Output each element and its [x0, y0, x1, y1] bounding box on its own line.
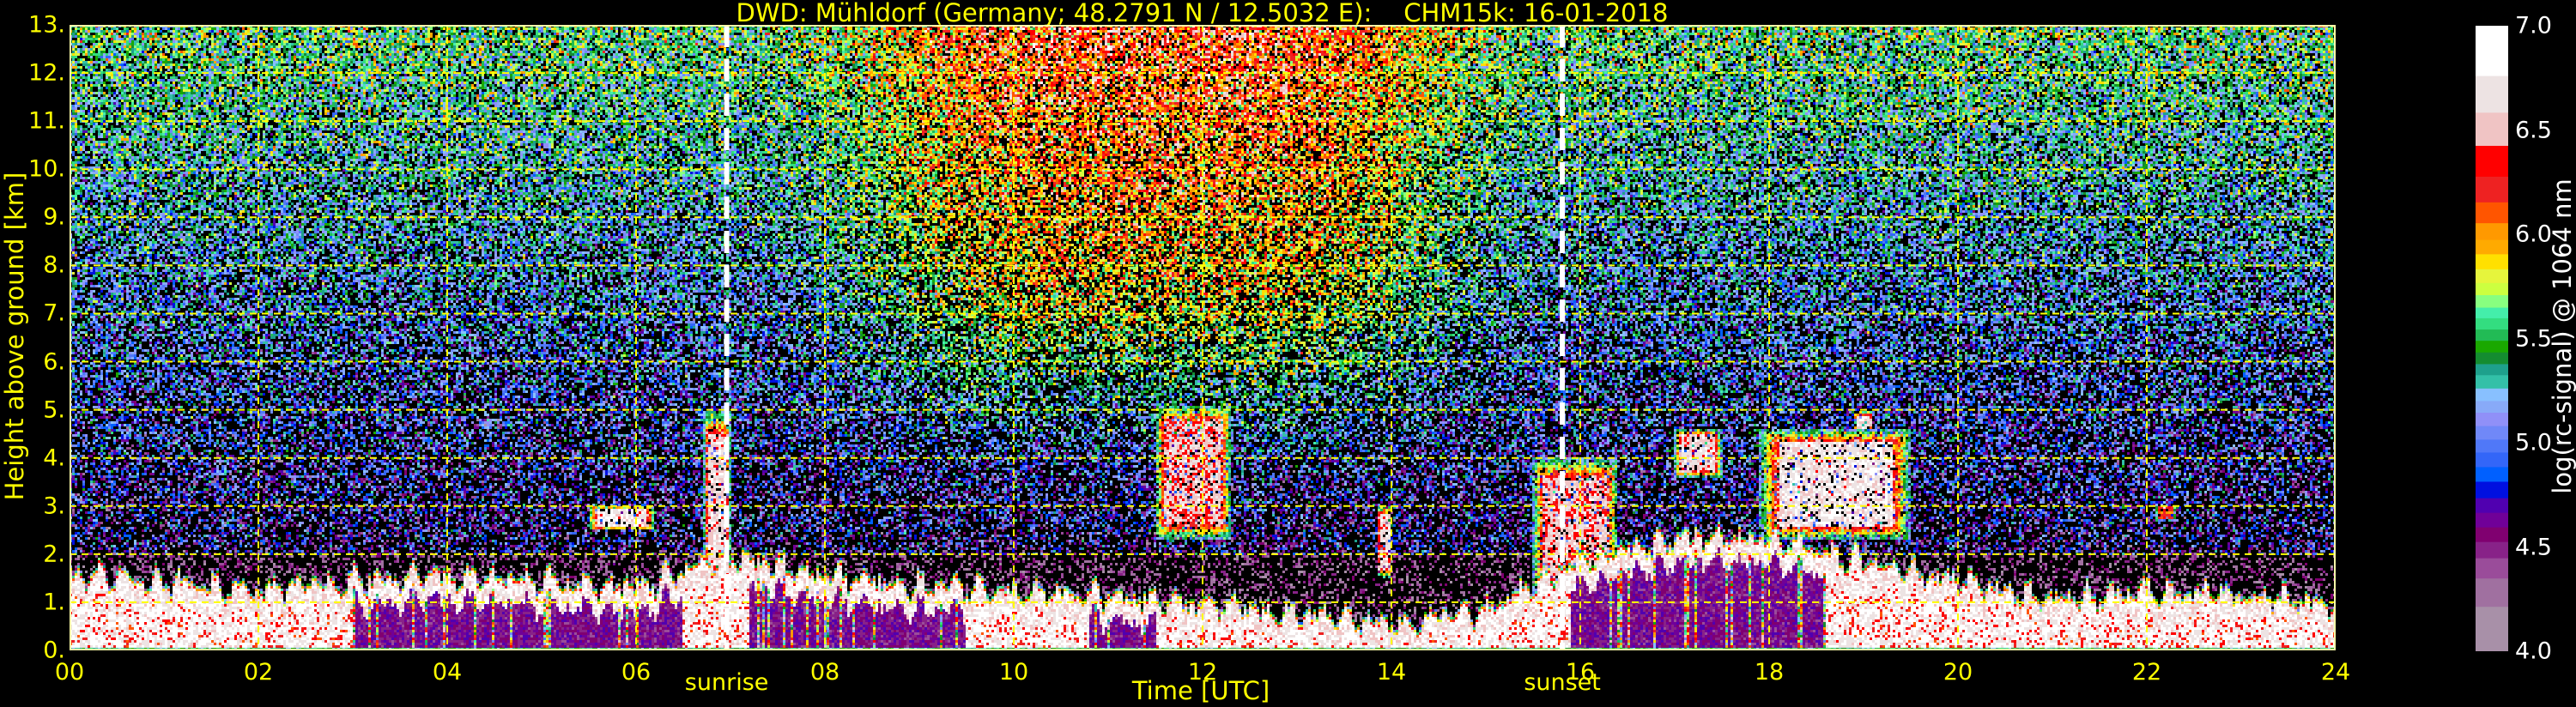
sunrise-label: sunrise: [684, 669, 769, 696]
y-tick-label: 1.: [43, 589, 65, 616]
colorbar-level: [2476, 294, 2508, 308]
y-tick-label: 2.: [43, 541, 65, 568]
colorbar-level: [2476, 329, 2508, 341]
colorbar-tick-label: 6.5: [2515, 117, 2552, 143]
y-tick-label: 12.: [28, 59, 65, 87]
y-axis-label: Height above ground [km]: [0, 172, 29, 501]
x-tick-label: 06: [621, 659, 652, 686]
colorbar-level: [2476, 527, 2508, 542]
colorbar-level: [2476, 498, 2508, 513]
y-tick-label: 8.: [43, 251, 65, 279]
colorbar-level: [2476, 438, 2508, 453]
y-tick-label: 13.: [28, 11, 65, 39]
y-tick-label: 11.: [28, 107, 65, 135]
chart-title: DWD: Mühldorf (Germany; 48.2791 N / 12.5…: [736, 0, 1669, 27]
colorbar-level: [2476, 269, 2508, 283]
grid-overlay: [70, 25, 2336, 650]
colorbar-tick-label: 5.0: [2515, 429, 2552, 456]
colorbar-level: [2476, 412, 2508, 426]
x-axis-label: Time [UTC]: [1131, 676, 1270, 705]
y-tick-label: 10.: [28, 155, 65, 183]
colorbar-level: [2476, 352, 2508, 365]
x-tick-label: 20: [1943, 659, 1973, 686]
colorbar: [2476, 26, 2508, 651]
x-tick-label: 10: [998, 659, 1029, 686]
plot-area: [70, 25, 2336, 650]
colorbar-level: [2476, 26, 2508, 76]
y-tick-label: 6.: [43, 348, 65, 376]
colorbar-tick-label: 4.0: [2515, 638, 2552, 665]
x-tick-label: 04: [432, 659, 463, 686]
colorbar-level: [2476, 363, 2508, 376]
colorbar-level: [2476, 466, 2508, 482]
x-tick-label: 02: [243, 659, 274, 686]
colorbar-level: [2476, 400, 2508, 414]
sunset-label: sunset: [1524, 669, 1601, 696]
colorbar-level: [2476, 202, 2508, 224]
colorbar-level: [2476, 451, 2508, 468]
colorbar-tick-label: 4.5: [2515, 534, 2552, 560]
colorbar-level: [2476, 145, 2508, 177]
x-tick-label: 22: [2131, 659, 2162, 686]
colorbar-level: [2476, 317, 2508, 330]
y-tick-label: 5.: [43, 396, 65, 424]
colorbar-level: [2476, 541, 2508, 559]
x-tick-label: 00: [54, 659, 85, 686]
y-tick-label: 4.: [43, 444, 65, 472]
y-tick-label: 9.: [43, 203, 65, 231]
y-tick-label: 3.: [43, 492, 65, 520]
colorbar-level: [2476, 176, 2508, 202]
colorbar-level: [2476, 512, 2508, 528]
colorbar-level: [2476, 76, 2508, 113]
x-tick-label: 08: [809, 659, 840, 686]
colorbar-level: [2476, 606, 2508, 651]
x-tick-label: 18: [1754, 659, 1785, 686]
colorbar-level: [2476, 426, 2508, 440]
colorbar-tick-label: 5.5: [2515, 325, 2552, 352]
colorbar-level: [2476, 222, 2508, 240]
colorbar-level: [2476, 112, 2508, 146]
colorbar-level: [2476, 253, 2508, 269]
x-tick-label: 14: [1376, 659, 1407, 686]
colorbar-tick-label: 7.0: [2515, 12, 2552, 39]
colorbar-level: [2476, 388, 2508, 402]
colorbar-level: [2476, 558, 2508, 579]
x-tick-label: 24: [2320, 659, 2351, 686]
colorbar-level: [2476, 239, 2508, 255]
colorbar-level: [2476, 282, 2508, 295]
colorbar-level: [2476, 374, 2508, 389]
y-tick-label: 7.: [43, 299, 65, 327]
colorbar-label: log(rc-signal) @ 1064 nm: [2548, 178, 2576, 494]
colorbar-level: [2476, 577, 2508, 607]
colorbar-level: [2476, 307, 2508, 318]
colorbar-level: [2476, 340, 2508, 353]
colorbar-tick-label: 6.0: [2515, 221, 2552, 248]
colorbar-level: [2476, 480, 2508, 499]
